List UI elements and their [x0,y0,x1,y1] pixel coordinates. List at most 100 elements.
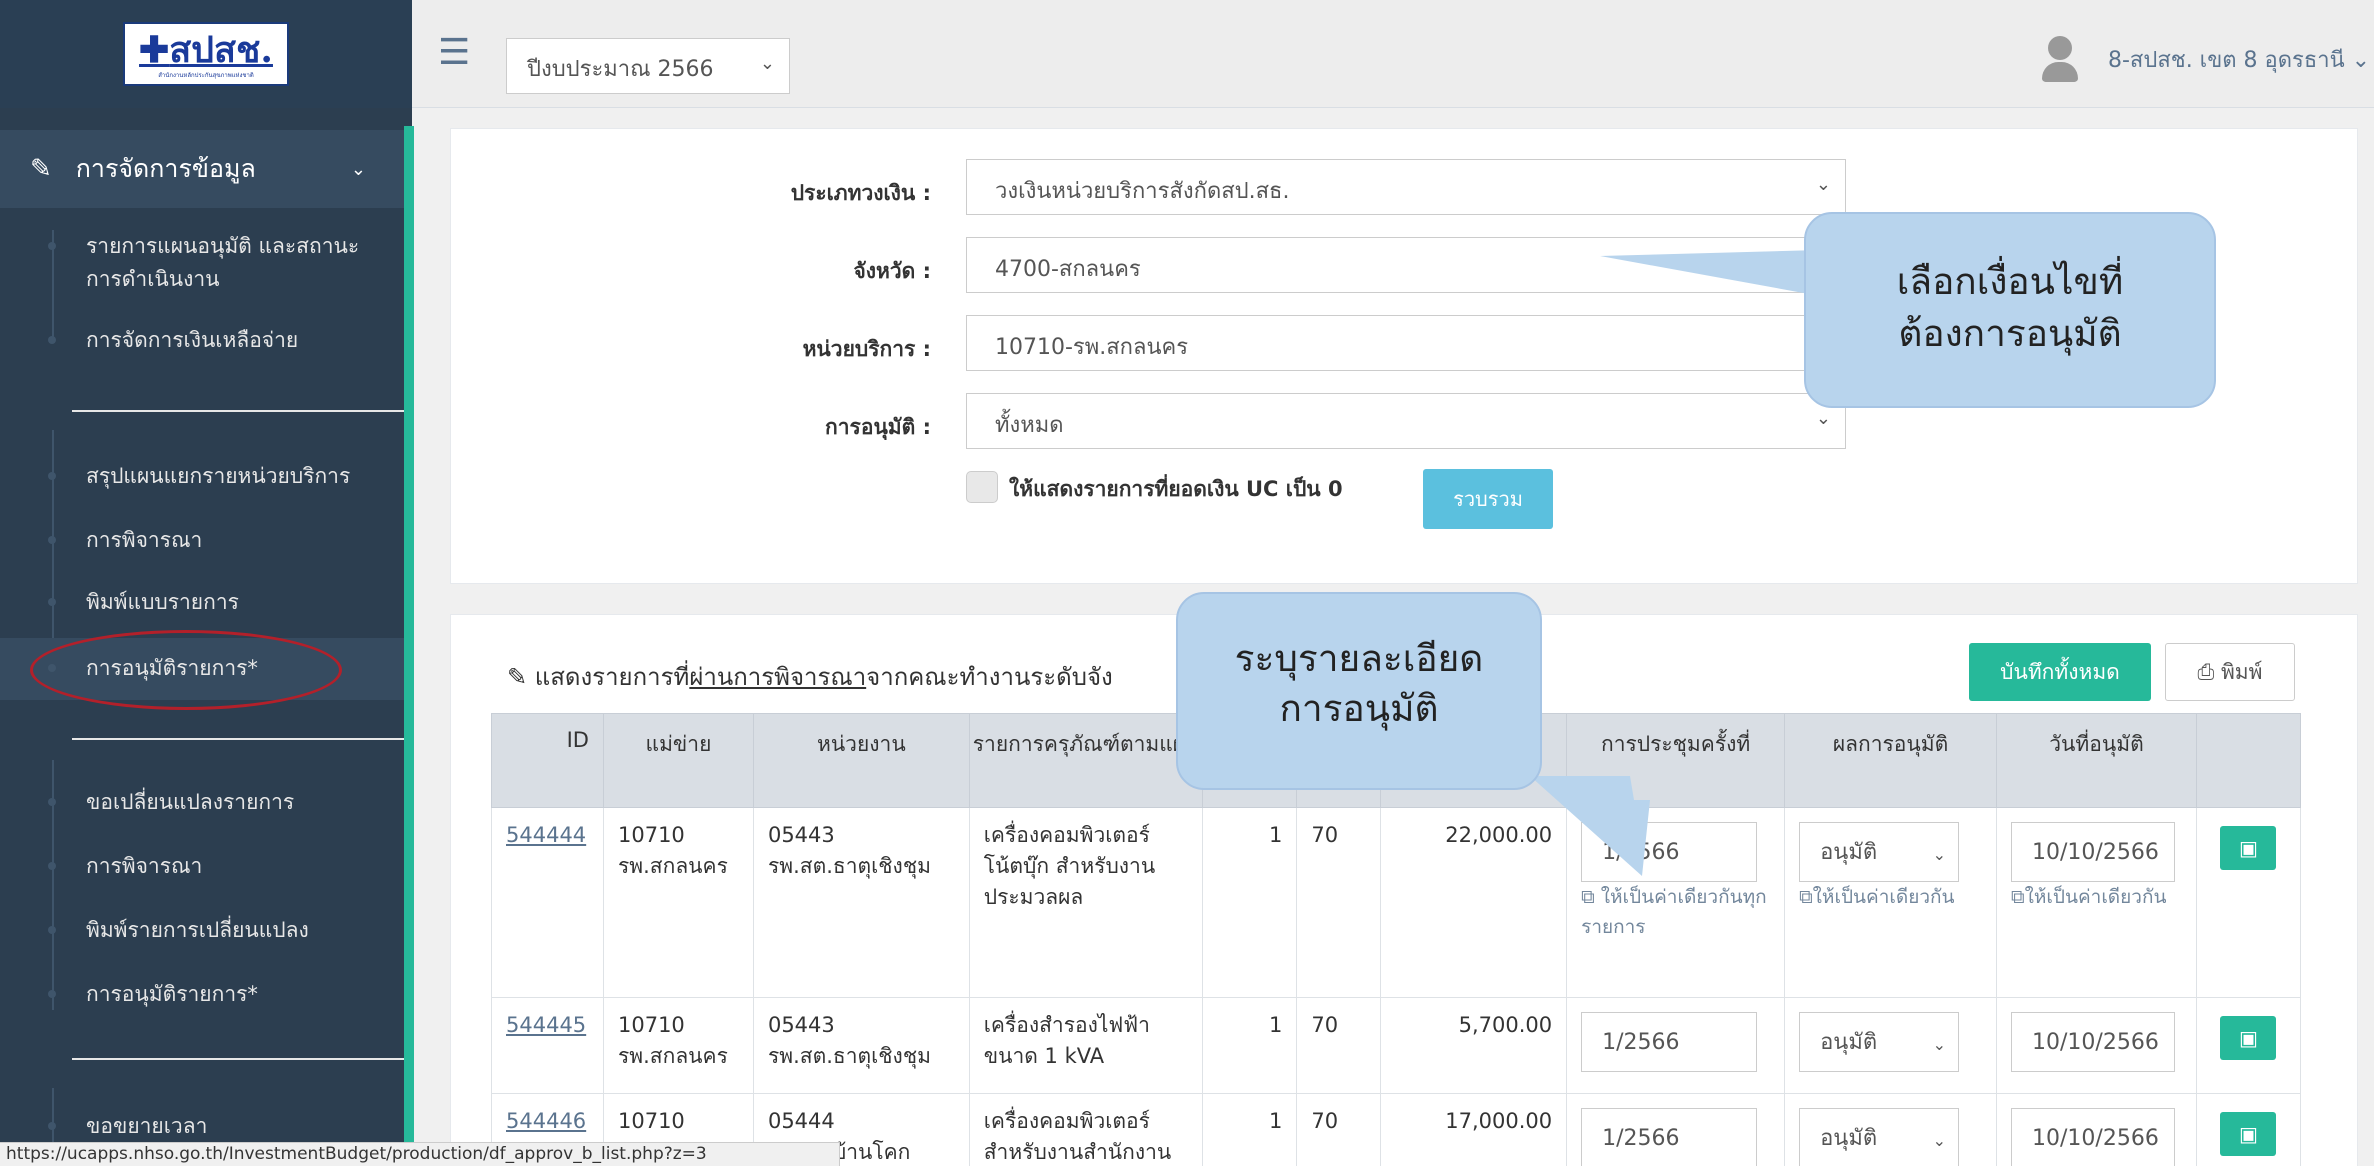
copy-meeting-link[interactable]: ⧉ ให้เป็นค่าเดียวกันทุกรายการ [1581,882,1770,942]
copy-meeting-label: ให้เป็นค่าเดียวกันทุกรายการ [1581,886,1767,938]
th-date[interactable]: วันที่อนุมัติ [1996,713,2197,808]
chevron-down-icon: ⌄ [1815,174,1831,195]
result-value: อนุมัติ [1820,840,1878,865]
sidebar-divider [72,738,404,740]
cell-id: 544445 [491,997,604,1094]
meeting-input[interactable]: 1/2566 [1581,1012,1758,1072]
sidebar: ✚สปสช. สำนักงานหลักประกันสุขภาพแห่งชาติ … [0,0,412,1166]
sidebar-item-approved-plans[interactable]: รายการแผนอนุมัติ และสถานะการดำเนินงาน [48,230,386,296]
row-id-link[interactable]: 544444 [506,823,586,847]
approval-label: การอนุมัติ : [825,415,931,439]
zero-uc-checkbox[interactable] [966,471,998,503]
chevron-down-icon: ⌄ [1932,1131,1947,1150]
zero-uc-label: ให้แสดงรายการที่ยอดเงิน UC เป็น 0 [1009,477,1343,501]
cell-date: 10/10/2566 ⧉ให้เป็นค่าเดียวกัน [1996,807,2197,998]
cell-meeting: 1/2566 [1566,997,1786,1094]
tree-dot [48,472,56,480]
save-row-button[interactable]: ▣ [2220,1112,2277,1156]
copy-icon: ⧉ [1799,886,1813,908]
cell-qty: 1 [1202,1093,1298,1166]
top-nav: ☰ ปีงบประมาณ 2566 ⌄ 8-สปสช. เขต 8 อุดรธา… [412,0,2374,108]
nhso-logo[interactable]: ✚สปสช. สำนักงานหลักประกันสุขภาพแห่งชาติ [123,22,289,86]
callout-line: ระบุรายละเอียด [1234,637,1484,680]
floppy-disk-icon: ▣ [2239,1122,2258,1146]
user-avatar-icon[interactable] [2040,36,2080,84]
sidebar-accent-bar [404,126,414,1166]
tree-dot [48,536,56,544]
date-input[interactable]: 10/10/2566 [2011,1012,2176,1072]
unit-code: 05443 [767,1013,835,1037]
result-select[interactable]: อนุมัติ ⌄ [1799,1108,1960,1166]
sidebar-item-label: สรุปแผนแยกรายหน่วยบริการ [86,464,351,488]
th-item[interactable]: รายการครุภัณฑ์ตามแผน [968,713,1204,808]
meeting-input[interactable]: 1/2566 [1581,1108,1758,1166]
chevron-down-icon: ⌄ [759,53,775,74]
unit-select[interactable]: 10710-รพ.สกลนคร [966,315,1846,371]
tree-dot [48,798,56,806]
row-id-link[interactable]: 544445 [506,1013,586,1037]
sidebar-item-approve-items-2[interactable]: การอนุมัติรายการ* [48,978,386,1011]
th-id[interactable]: ID [491,713,604,808]
sidebar-item-label: การอนุมัติรายการ* [86,982,258,1006]
sidebar-item-consideration[interactable]: การพิจารณา [48,524,386,557]
row-id-link[interactable]: 544446 [506,1109,586,1133]
cell-action: ▣ [2195,997,2302,1094]
fiscal-year-value: ปีงบประมาณ 2566 [527,57,714,82]
title-link[interactable]: ผ่านการพิจารณา [689,663,866,691]
cell-date: 10/10/2566 [1996,1093,2197,1166]
copy-date-link[interactable]: ⧉ให้เป็นค่าเดียวกัน [2011,882,2182,912]
th-result[interactable]: ผลการอนุมัติ [1784,713,1998,808]
sidebar-section-data-management[interactable]: ✎ การจัดการข้อมูล ⌄ [0,130,404,208]
sidebar-item-remaining-budget[interactable]: การจัดการเงินเหลือจ่าย [48,324,386,357]
tree-dot [48,242,56,250]
result-select[interactable]: อนุมัติ ⌄ [1799,822,1960,882]
menu-toggle-icon[interactable]: ☰ [438,35,478,71]
sidebar-item-change-request[interactable]: ขอเปลี่ยนแปลงรายการ [48,786,386,819]
cell-amount: 5,700.00 [1380,997,1568,1094]
cell-result: อนุมัติ ⌄ [1784,1093,1998,1166]
logo-subtitle: สำนักงานหลักประกันสุขภาพแห่งชาติ [158,72,254,79]
cell-unit: 05443 รพ.สต.ธาตุเชิงชุม [752,807,970,998]
result-value: อนุมัติ [1820,1126,1878,1151]
sidebar-divider [72,1058,404,1060]
sidebar-item-print-form[interactable]: พิมพ์แบบรายการ [48,586,386,619]
title-suffix: จากคณะทำงานระดับจัง [866,663,1113,691]
approval-select[interactable]: ทั้งหมด ⌄ [966,393,1846,449]
copy-date-label: ให้เป็นค่าเดียวกัน [2024,886,2167,908]
date-input[interactable]: 10/10/2566 [2011,1108,2176,1166]
print-button[interactable]: ⎙ พิมพ์ [2165,643,2295,701]
sidebar-item-consideration-2[interactable]: การพิจารณา [48,850,386,883]
save-row-button[interactable]: ▣ [2220,826,2277,870]
sidebar-item-plan-summary[interactable]: สรุปแผนแยกรายหน่วยบริการ [48,460,386,493]
cell-date: 10/10/2566 [1996,997,2197,1094]
result-select[interactable]: อนุมัติ ⌄ [1799,1012,1960,1072]
th-unit[interactable]: หน่วยงาน [752,713,970,808]
fiscal-year-select[interactable]: ปีงบประมาณ 2566 ⌄ [506,38,790,94]
save-row-button[interactable]: ▣ [2220,1016,2277,1060]
tree-line [52,1088,54,1148]
user-menu[interactable]: 8-สปสช. เขต 8 อุดรธานี ⌄ [2108,42,2370,77]
th-host[interactable]: แม่ข่าย [602,713,754,808]
collect-button[interactable]: รวบรวม [1423,469,1553,529]
host-code: 10710 [617,823,685,847]
unit-label: หน่วยบริการ : [802,337,931,361]
province-value: 4700-สกลนคร [995,257,1141,282]
logo-area[interactable]: ✚สปสช. สำนักงานหลักประกันสุขภาพแห่งชาติ [0,0,412,108]
copy-icon: ⧉ [2011,886,2025,908]
fund-type-select[interactable]: วงเงินหน่วยบริการสังกัดสป.สธ. ⌄ [966,159,1846,215]
copy-icon: ⧉ [1581,886,1601,908]
save-all-button[interactable]: บันทึกทั้งหมด [1969,643,2151,701]
unit-name: รพ.สต.ธาตุเชิงชุม [767,1044,931,1068]
cell-item: เครื่องสำรองไฟฟ้า ขนาด 1 kVA [968,997,1204,1094]
cell-action: ▣ [2195,807,2302,998]
chevron-down-icon: ⌄ [1932,1035,1947,1054]
cell-result: อนุมัติ ⌄ ⧉ให้เป็นค่าเดียวกัน [1784,807,1998,998]
sidebar-item-label: ขอขยายเวลา [86,1114,208,1138]
host-code: 10710 [617,1013,685,1037]
sidebar-item-print-changes[interactable]: พิมพ์รายการเปลี่ยนแปลง [48,914,386,947]
table-row: 544445 10710 รพ.สกลนคร 05443 รพ.สต.ธาตุเชิ… [491,997,2302,1094]
copy-result-link[interactable]: ⧉ให้เป็นค่าเดียวกัน [1799,882,1982,912]
date-input[interactable]: 10/10/2566 [2011,822,2176,882]
chevron-down-icon: ⌄ [1932,845,1947,864]
sidebar-item-extend-time[interactable]: ขอขยายเวลา [48,1110,386,1143]
